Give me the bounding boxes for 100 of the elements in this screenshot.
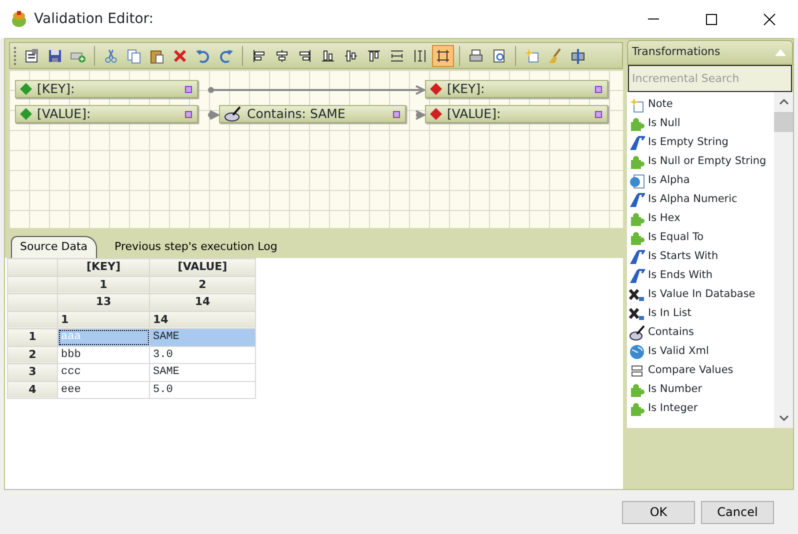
transformation-item[interactable]: Is Empty String: [627, 133, 774, 152]
new-note-icon: [524, 48, 540, 64]
source-node[interactable]: [VALUE]:: [15, 105, 198, 123]
undo-icon: [195, 48, 211, 64]
cut-icon: [103, 48, 119, 64]
node-label: [KEY]:: [447, 80, 485, 98]
connection-icon: [570, 48, 586, 64]
maximize-icon: [704, 12, 718, 26]
same-height-icon: [412, 48, 428, 64]
transformation-item[interactable]: Is Hex: [627, 209, 774, 228]
port-handle[interactable]: [595, 86, 602, 93]
row-header: 3: [8, 364, 58, 381]
transformation-item[interactable]: Is Ends With: [627, 266, 774, 285]
align-top-icon: [366, 48, 382, 64]
column-header: 1: [58, 276, 150, 294]
node-label: [VALUE]:: [37, 104, 91, 123]
copy-icon: [126, 48, 142, 64]
table-cell: aaa: [58, 328, 150, 346]
port-handle[interactable]: [595, 111, 602, 118]
row-header: 4: [8, 381, 58, 398]
redo-icon: [218, 48, 234, 64]
table-cell: SAME: [150, 364, 256, 381]
transformation-item[interactable]: Is Integer: [627, 399, 774, 418]
column-header: 1: [58, 311, 150, 328]
transformation-item[interactable]: Is Alpha: [627, 171, 774, 190]
align-middle-icon: [343, 48, 359, 64]
properties-icon: [24, 48, 40, 64]
cancel-button[interactable]: Cancel: [701, 500, 774, 524]
transformation-item[interactable]: Is Null: [627, 114, 774, 133]
letter-icon: [629, 268, 645, 284]
broom-icon: [547, 48, 563, 64]
letter-x-icon: [629, 286, 645, 302]
magnifier-icon: [629, 324, 645, 340]
column-header: [KEY]: [58, 258, 150, 276]
transformation-item[interactable]: Is Alpha Numeric: [627, 190, 774, 209]
align-center-icon: [274, 48, 290, 64]
connector-arrow: [208, 110, 220, 120]
source-node[interactable]: [KEY]:: [15, 80, 198, 98]
target-node[interactable]: [VALUE]:: [425, 105, 608, 123]
same-size-button[interactable]: [432, 44, 454, 66]
tab[interactable]: Previous step's execution Log: [106, 236, 286, 258]
design-canvas[interactable]: [KEY]: [VALUE]: Contains: SAME [KEY]: [VALUE]:: [9, 70, 623, 228]
diamond-icon: [20, 83, 32, 95]
puzzle-piece-icon: [629, 382, 645, 398]
diamond-icon: [430, 108, 442, 120]
letter-icon: [629, 248, 645, 264]
port-handle[interactable]: [185, 86, 192, 93]
tab[interactable]: Source Data: [11, 236, 97, 258]
puzzle-piece-icon: [629, 230, 645, 246]
diamond-icon: [430, 83, 442, 95]
transformation-item[interactable]: Is Value In Database: [627, 285, 774, 304]
port-handle[interactable]: [185, 111, 192, 118]
column-header: [VALUE]: [150, 258, 256, 276]
row-header: 1: [8, 328, 58, 346]
transformation-item[interactable]: Contains: [627, 323, 774, 342]
transformation-item[interactable]: Is Null or Empty String: [627, 152, 774, 171]
transformation-item[interactable]: Note: [627, 95, 774, 114]
transformation-item[interactable]: Is Number: [627, 380, 774, 399]
ok-button[interactable]: OK: [622, 500, 695, 524]
table-cell: 3.0: [150, 346, 256, 364]
puzzle-piece-icon: [629, 400, 645, 416]
letter-x-icon: [629, 306, 645, 322]
node-label: [KEY]:: [37, 80, 75, 98]
puzzle-piece-icon: [629, 116, 645, 132]
paste-icon: [149, 48, 165, 64]
scroll-thumb[interactable]: [774, 112, 793, 132]
column-header: 14: [150, 311, 256, 328]
chevron-up-icon: [778, 99, 788, 105]
align-right-icon: [297, 48, 313, 64]
diamond-icon: [20, 108, 32, 120]
align-left-icon: [251, 48, 267, 64]
puzzle-piece-icon: [629, 154, 645, 170]
transformation-item[interactable]: Is Starts With: [627, 247, 774, 266]
table-cell: ccc: [58, 364, 150, 381]
collapse-icon: [775, 49, 786, 56]
table-cell: SAME: [150, 328, 256, 346]
transformation-item[interactable]: Is Valid Xml: [627, 342, 774, 361]
delete-icon: [172, 48, 188, 64]
puzzle-piece-icon: [629, 210, 645, 226]
node-label: [VALUE]:: [447, 104, 501, 123]
align-bottom-icon: [320, 48, 336, 64]
magnifier-icon: [224, 106, 242, 122]
port-handle[interactable]: [393, 111, 400, 118]
table-cell: bbb: [58, 346, 150, 364]
panel-title: Transformations: [632, 44, 720, 60]
search-field[interactable]: Incremental Search: [628, 65, 792, 92]
print-icon: [468, 48, 484, 64]
transform-node[interactable]: Contains: SAME: [219, 105, 406, 123]
connector-arrow: [416, 110, 426, 120]
letter-icon: [629, 192, 645, 208]
row-header: 2: [8, 346, 58, 364]
transformation-item[interactable]: Is Equal To: [627, 228, 774, 247]
print-preview-icon: [491, 48, 507, 64]
same-width-icon: [389, 48, 405, 64]
target-node[interactable]: [KEY]:: [425, 80, 608, 98]
transformation-item[interactable]: Is In List: [627, 304, 774, 323]
table-cell: eee: [58, 381, 150, 398]
stacked-boxes-icon: [629, 362, 645, 378]
transformation-item[interactable]: Compare Values: [627, 361, 774, 380]
node-label: Contains: SAME: [247, 104, 346, 123]
